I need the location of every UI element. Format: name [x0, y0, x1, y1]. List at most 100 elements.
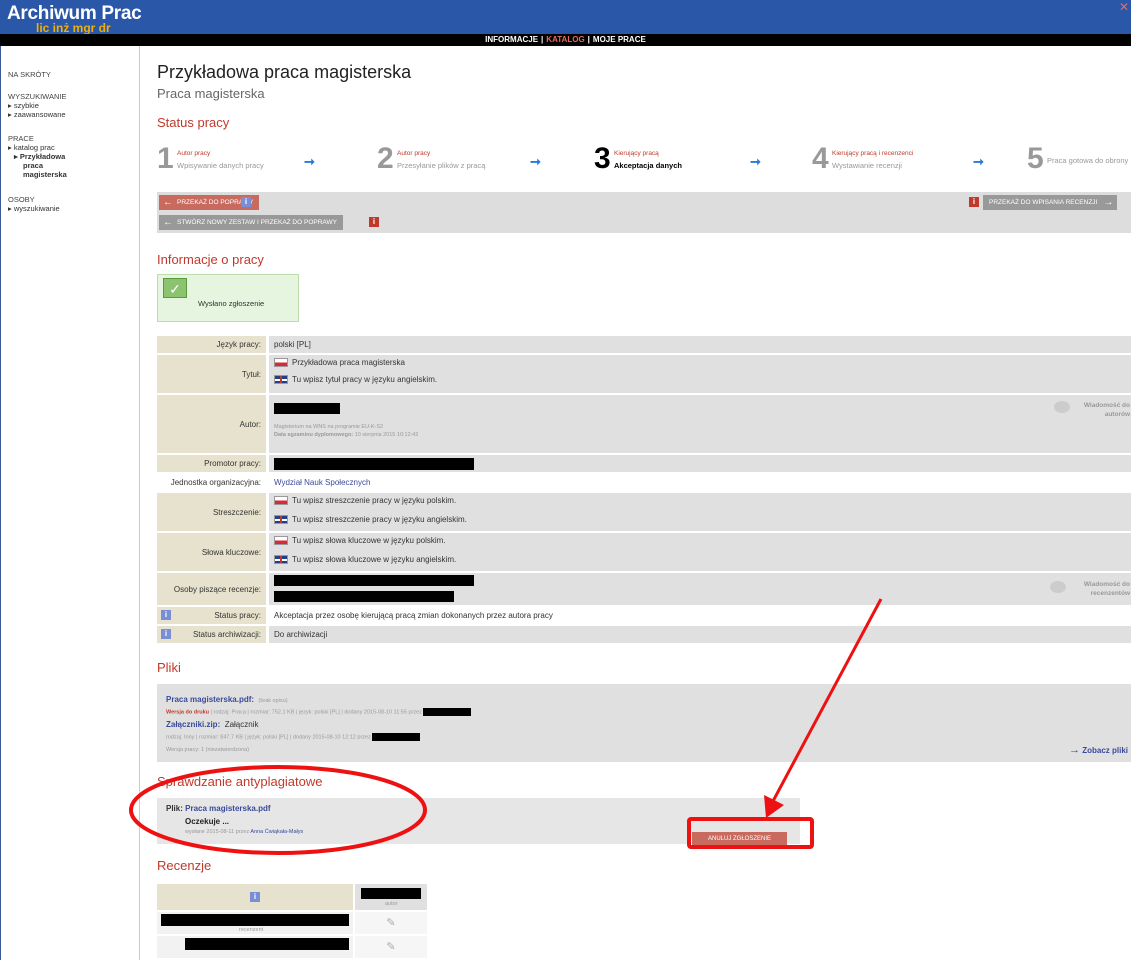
sidebar-item-advanced-search[interactable]: ▸ zaawansowane — [8, 110, 66, 119]
archive-label: Status archiwizacji: — [192, 630, 261, 639]
info-row-keywords: Słowa kluczowe: Tu wpisz słowa kluczowe … — [157, 533, 1131, 571]
file-description: (brak opisu) — [258, 698, 288, 704]
arrow-right-icon: ➞ — [530, 154, 541, 169]
step-role: Autor pracy — [397, 150, 431, 157]
cancel-submission-button[interactable]: ANULUJ ZGŁOSZENIE — [692, 832, 787, 846]
step-number: 2 — [377, 142, 394, 175]
row-value — [269, 573, 1131, 605]
app-logo-subtitle: lic inż mgr dr — [36, 21, 111, 35]
review-edit-icon[interactable]: ✎ — [355, 936, 427, 958]
row-value: Magisterium na WNS na programie EU-K-S2 … — [269, 395, 1131, 453]
plagiarism-sender-link[interactable]: Anna Ćwiąkała-Małys — [250, 829, 303, 835]
sidebar-item-quick-search[interactable]: ▸ szybkie — [8, 101, 39, 110]
plagiarism-sent-info: wysłane 2015-08-11 przez Anna Ćwiąkała-M… — [185, 829, 304, 835]
redacted-uploader — [372, 733, 421, 741]
sidebar-item-catalog[interactable]: ▸ katalog prac — [8, 143, 55, 152]
title-en-line: Tu wpisz tytuł pracy w języku angielskim… — [274, 375, 1127, 389]
redacted-reviewer — [274, 591, 454, 602]
section-title-reviews: Recenzje — [157, 858, 212, 873]
file-link[interactable]: Załączniki.zip: — [166, 720, 220, 729]
row-label: i Status pracy: — [157, 607, 266, 624]
version-note: Wersja pracy: 1 (niezatwierdzona) — [166, 747, 250, 753]
plagiarism-file-line: Plik: Praca magisterska.pdf — [166, 804, 271, 813]
new-set-and-return-button[interactable]: ← STWÓRZ NOWY ZESTAW I PRZEKAŻ DO POPRAWY — [159, 215, 343, 230]
row-label: Promotor pracy: — [157, 455, 266, 472]
button-label: STWÓRZ NOWY ZESTAW I PRZEKAŻ DO POPRAWY — [177, 219, 337, 226]
row-value: Do archiwizacji — [269, 626, 1131, 643]
sidebar-item-label: katalog prac — [13, 143, 55, 152]
step-label: Przesyłanie plików z pracą — [397, 161, 486, 170]
arrow-right-icon: → — [1068, 744, 1080, 756]
message-reviewers-button[interactable]: Wiadomość do recenzentów — [1070, 580, 1130, 598]
author-program: Magisterium na WNS na programie EU-K-S2 — [274, 424, 384, 430]
page-subtitle: Praca magisterska — [157, 86, 265, 101]
file-type: Załącznik — [224, 720, 259, 729]
row-label: Streszczenie: — [157, 493, 266, 531]
step-role: Kierujący pracą i recenzenci — [832, 150, 914, 157]
info-icon[interactable]: i — [969, 197, 979, 207]
keywords-en-line: Tu wpisz słowa kluczowe w języku angiels… — [274, 555, 1127, 569]
info-icon[interactable]: i — [250, 892, 260, 902]
message-icon[interactable] — [1054, 401, 1070, 413]
close-icon[interactable]: ✕ — [1119, 0, 1129, 14]
info-row-reviewers: Osoby piszące recenzje: Wiadomość do rec… — [157, 573, 1131, 605]
arrow-left-icon: ← — [163, 197, 173, 208]
sidebar-item-current-work-line3[interactable]: magisterska — [23, 170, 67, 179]
files-box: Praca magisterska.pdf: (brak opisu) Wers… — [157, 684, 1131, 762]
file-item-zip: Załączniki.zip: Załącznik rodzaj: Inny |… — [166, 714, 421, 741]
row-value: Przykładowa praca magisterska Tu wpisz t… — [269, 355, 1131, 393]
section-title-files: Pliki — [157, 660, 181, 675]
sidebar-item-label: Przykładowa — [19, 152, 66, 161]
nav-informacje[interactable]: INFORMACJE — [485, 35, 538, 44]
review-edit-icon[interactable]: ✎ — [355, 912, 427, 934]
uk-flag-icon — [274, 555, 288, 565]
status-steps: 1 Autor pracy Wpisywanie danych pracy ➞ … — [157, 142, 1129, 176]
plagiarism-file-link[interactable]: Praca magisterska.pdf — [185, 804, 270, 813]
page-title: Przykładowa praca magisterska — [157, 62, 412, 82]
step-label: Wystawianie recenzji — [832, 161, 902, 170]
info-icon[interactable]: i — [369, 217, 379, 227]
step-number: 3 — [594, 142, 611, 175]
nav-moje-prace[interactable]: MOJE PRACE — [593, 35, 646, 44]
message-icon[interactable] — [1050, 581, 1066, 593]
section-title-status: Status pracy — [157, 115, 230, 130]
message-authors-button[interactable]: Wiadomość do autorów — [1074, 401, 1130, 419]
plagiarism-file-label: Plik: — [166, 804, 183, 813]
title-pl-line: Przykładowa praca magisterska — [274, 358, 1127, 372]
info-row-status: i Status pracy: Akceptacja przez osobę ki… — [157, 607, 1131, 624]
reviews-header-cell: i — [157, 884, 353, 910]
arrow-left-icon: ← — [163, 217, 173, 228]
sidebar-head-shortcuts[interactable]: NA SKRÓTY — [8, 70, 51, 79]
see-files-link[interactable]: → Zobacz pliki — [1069, 744, 1128, 756]
unit-link[interactable]: Wydział Nauk Społecznych — [274, 478, 370, 487]
sidebar-item-label: wyszukiwanie — [13, 204, 60, 213]
row-value: polski [PL] — [269, 336, 1131, 353]
row-value: Akceptacja przez osobę kierującą pracą z… — [269, 607, 1131, 624]
sidebar-head-search: WYSZUKIWANIE — [8, 92, 67, 101]
row-value: Tu wpisz słowa kluczowe w języku polskim… — [269, 533, 1131, 571]
row-label: Autor: — [157, 395, 266, 453]
step-label: Akceptacja danych — [614, 161, 682, 170]
info-icon[interactable]: i — [241, 197, 251, 207]
row-label: Język pracy: — [157, 336, 266, 353]
reviews-author-header: autor — [355, 884, 427, 910]
nav-katalog[interactable]: KATALOG — [546, 35, 584, 44]
file-link[interactable]: Praca magisterska.pdf: — [166, 695, 254, 704]
sidebar-item-label: szybkie — [13, 101, 39, 110]
polish-flag-icon — [274, 358, 288, 368]
step-label: Praca gotowa do obrony — [1047, 156, 1129, 165]
sidebar-head-works: PRACE — [8, 134, 34, 143]
sidebar-item-current-work[interactable]: ▸ Przykładowa — [14, 152, 65, 161]
checkmark-icon: ✓ — [163, 278, 187, 298]
send-to-review-button[interactable]: PRZEKAŻ DO WPISANIA RECENZJI → — [983, 195, 1118, 210]
info-icon[interactable]: i — [161, 610, 171, 620]
step-role: Autor pracy — [177, 150, 211, 157]
sidebar-item-people-search[interactable]: ▸ wyszukiwanie — [8, 204, 60, 213]
arrow-right-icon: ➞ — [750, 154, 761, 169]
arrow-right-icon: ➞ — [304, 154, 315, 169]
info-icon[interactable]: i — [161, 629, 171, 639]
button-label: PRZEKAŻ DO WPISANIA RECENZJI — [989, 199, 1098, 206]
sidebar-item-current-work-line2[interactable]: praca — [23, 161, 43, 170]
author-exam-label: Data egzaminu dyplomowego: — [274, 432, 354, 438]
info-row-author: Autor: Magisterium na WNS na programie E… — [157, 395, 1131, 453]
